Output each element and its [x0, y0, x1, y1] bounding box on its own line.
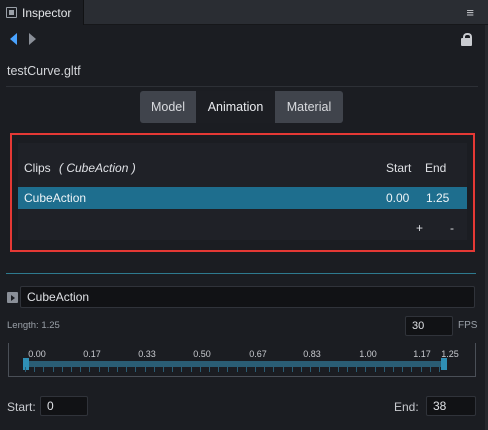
ruler-tick: [329, 367, 330, 372]
ruler-tick: [191, 367, 192, 372]
ruler-tick: [402, 367, 403, 372]
divider: [6, 86, 478, 87]
section-divider: [6, 273, 476, 274]
clips-list: Clips ( CubeAction ) Start End CubeActio…: [18, 143, 467, 240]
lock-icon[interactable]: [461, 33, 472, 46]
ruler-tick: [384, 367, 385, 372]
panel-titlebar: Inspector ≡: [0, 0, 488, 25]
ruler-label: 0.50: [193, 349, 211, 359]
end-handle[interactable]: [441, 358, 447, 370]
start-handle[interactable]: [23, 358, 29, 370]
ruler-tick: [62, 367, 63, 372]
ruler-label: 0.83: [303, 349, 321, 359]
ruler-label: 0.33: [138, 349, 156, 359]
ruler-tick: [255, 367, 256, 372]
end-frame-input[interactable]: 38: [426, 396, 476, 416]
ruler-tick: [89, 367, 90, 372]
ruler-tick: [439, 367, 440, 372]
ruler-tick: [421, 367, 422, 372]
end-label: End:: [394, 400, 419, 414]
ruler-tick: [430, 367, 431, 372]
ruler-tick: [43, 367, 44, 372]
inspector-tab[interactable]: Inspector: [0, 0, 84, 25]
back-arrow-icon[interactable]: [10, 33, 17, 45]
ruler-tick: [80, 367, 81, 372]
ruler-tick: [411, 367, 412, 372]
ruler-label: 1.25: [441, 349, 459, 359]
col-start-header: Start: [386, 161, 412, 175]
ruler-label: 1.00: [359, 349, 377, 359]
ruler-tick: [218, 367, 219, 372]
ruler-tick: [53, 367, 54, 372]
ruler-tick: [209, 367, 210, 372]
ruler-track: [25, 361, 443, 367]
ruler-label: 0.00: [28, 349, 46, 359]
ruler-tick: [319, 367, 320, 372]
ruler-tick: [145, 367, 146, 372]
ruler-tick: [126, 367, 127, 372]
ruler-tick: [200, 367, 201, 372]
clips-highlight: Clips ( CubeAction ) Start End CubeActio…: [10, 133, 475, 252]
fps-label: FPS: [458, 320, 478, 331]
ruler-tick: [34, 367, 35, 372]
remove-clip-button[interactable]: -: [450, 221, 454, 235]
ruler-tick: [365, 367, 366, 372]
ruler-tick: [237, 367, 238, 372]
ruler-tick: [310, 367, 311, 372]
ruler-label: 0.67: [249, 349, 267, 359]
asset-filename: testCurve.gltf: [7, 64, 81, 78]
ruler-tick: [163, 367, 164, 372]
ruler-tick: [338, 367, 339, 372]
ruler-tick: [99, 367, 100, 372]
ruler-tick: [292, 367, 293, 372]
tab-model[interactable]: Model: [140, 91, 196, 123]
ruler-tick: [264, 367, 265, 372]
clip-name: CubeAction: [24, 191, 87, 205]
timeline-ruler[interactable]: 0.00 0.17 0.33 0.50 0.67 0.83 1.00 1.17 1.25: [8, 343, 476, 377]
ruler-tick: [393, 367, 394, 372]
ruler-tick: [117, 367, 118, 372]
add-clip-button[interactable]: +: [416, 221, 423, 235]
ruler-tick: [172, 367, 173, 372]
ruler-label: 0.17: [83, 349, 101, 359]
clip-length-label: Length: 1.25: [7, 320, 60, 331]
ruler-label: 1.17: [413, 349, 431, 359]
col-end-header: End: [425, 161, 447, 175]
ruler-tick: [356, 367, 357, 372]
ruler-tick: [227, 367, 228, 372]
start-label: Start:: [7, 400, 36, 414]
ruler-tick: [181, 367, 182, 372]
fps-input[interactable]: 30: [405, 316, 453, 336]
history-nav: [10, 33, 36, 45]
ruler-tick: [135, 367, 136, 372]
forward-arrow-icon[interactable]: [29, 33, 36, 45]
tab-material[interactable]: Material: [275, 91, 343, 123]
ruler-tick: [71, 367, 72, 372]
tab-title: Inspector: [22, 5, 72, 20]
ruler-tick: [273, 367, 274, 372]
clip-start: 0.00: [386, 191, 410, 205]
ruler-tick: [108, 367, 109, 372]
ruler-tick: [347, 367, 348, 372]
clip-name-input[interactable]: CubeAction: [20, 286, 475, 308]
clip-end: 1.25: [426, 191, 450, 205]
menu-icon[interactable]: ≡: [466, 5, 474, 20]
ruler-tick: [301, 367, 302, 372]
panel-icon: [6, 7, 17, 18]
clips-header-current: ( CubeAction ): [59, 161, 136, 175]
ruler-tick: [375, 367, 376, 372]
tab-animation[interactable]: Animation: [196, 91, 275, 123]
clip-row-cubeaction[interactable]: CubeAction 0.00 1.25: [18, 187, 467, 209]
ruler-frame: [8, 343, 476, 377]
inspector-tabs: Model Animation Material: [140, 91, 343, 123]
clips-header-label: Clips: [24, 161, 51, 175]
ruler-tick: [283, 367, 284, 372]
ruler-tick: [154, 367, 155, 372]
play-icon[interactable]: [7, 292, 18, 303]
ruler-tick: [246, 367, 247, 372]
ruler-tick: [25, 367, 26, 372]
start-frame-input[interactable]: 0: [40, 396, 88, 416]
